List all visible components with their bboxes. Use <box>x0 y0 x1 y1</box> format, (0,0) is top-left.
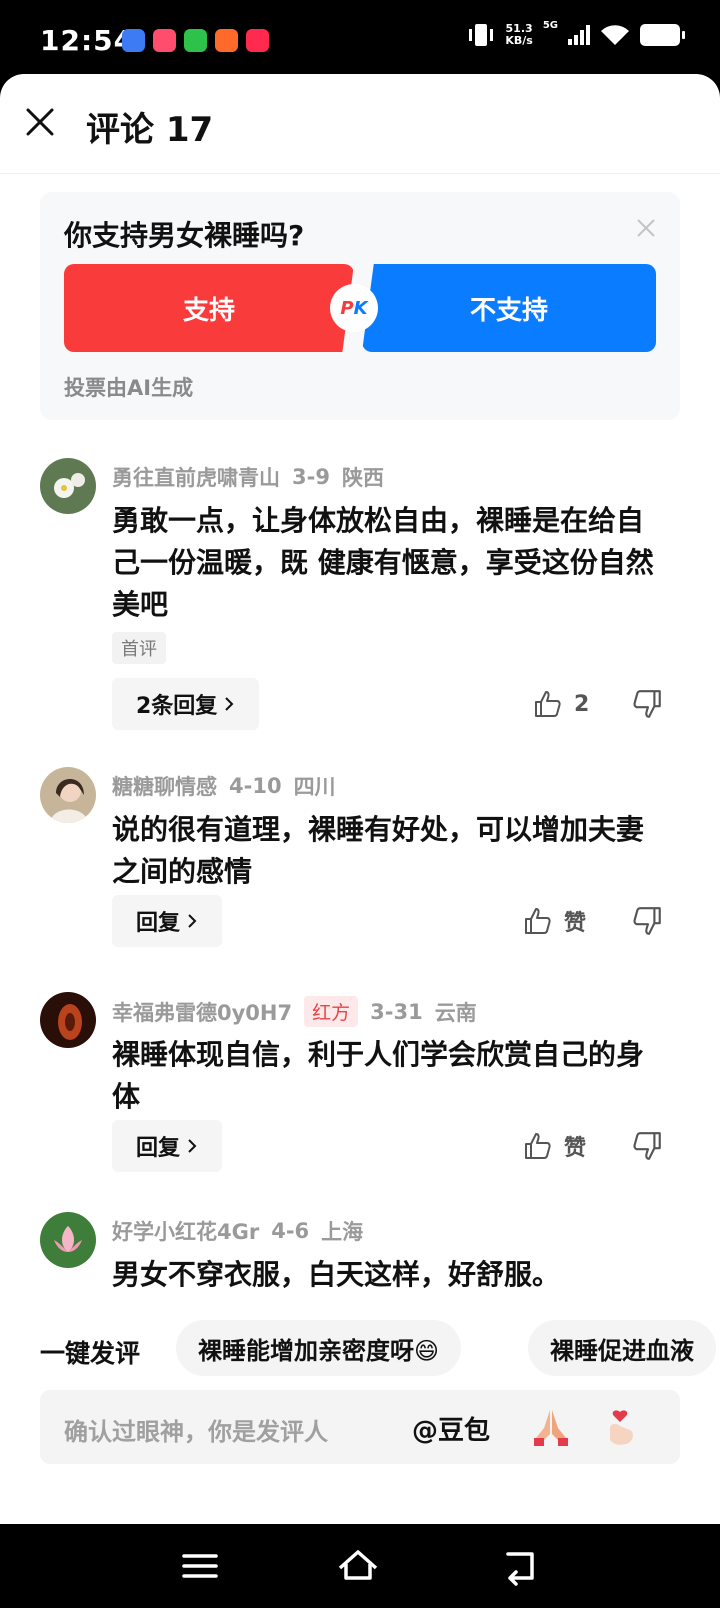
net-speed: 51.3 KB/s <box>505 22 533 47</box>
view-replies-button[interactable]: 2条回复 <box>112 678 260 730</box>
quick-comment-chip[interactable]: 裸睡促进血液 <box>528 1320 716 1376</box>
like-button[interactable]: 赞 <box>522 1126 586 1166</box>
home-icon[interactable] <box>336 1546 380 1586</box>
vote-yes-button[interactable]: 支持 <box>64 264 354 352</box>
comment-item: 勇往直前虎啸青山 3-9 陕西 勇敢一点，让身体放松自由，裸睡是在给自己一份温暖… <box>40 458 680 738</box>
app-notification-icon <box>153 29 176 52</box>
comment-item: 幸福弗雷德0y0H7 红方 3-31 云南 裸睡体现自信，利于人们学会欣赏自己的… <box>40 992 680 1192</box>
app-notification-icon <box>246 29 269 52</box>
chevron-right-icon <box>188 914 197 928</box>
red-side-badge: 红方 <box>304 996 359 1027</box>
comment-input-placeholder: 确认过眼神，你是发评人 <box>64 1418 328 1446</box>
chevron-right-icon <box>225 697 234 711</box>
thumbs-down-icon[interactable] <box>632 905 664 937</box>
poll-card: 你支持男女裸睡吗? 支持 不支持 PK 投票由AI生成 <box>40 192 680 420</box>
wifi-icon <box>601 25 629 45</box>
mention-button[interactable]: @豆包 <box>412 1410 490 1447</box>
avatar[interactable] <box>40 458 96 514</box>
reply-button[interactable]: 回复 <box>112 1120 223 1172</box>
status-right: 51.3 KB/s 5G <box>467 19 685 48</box>
battery-icon <box>640 24 685 46</box>
reply-button[interactable]: 回复 <box>112 895 223 947</box>
status-time: 12:54 <box>40 24 135 57</box>
comment-text: 说的很有道理，裸睡有好处，可以增加夫妻之间的感情 <box>112 813 645 888</box>
comment-username[interactable]: 幸福弗雷德0y0H7 <box>112 997 292 1027</box>
comment-meta: 幸福弗雷德0y0H7 红方 3-31 云南 <box>112 996 477 1027</box>
comment-location: 上海 <box>321 1220 364 1244</box>
avatar[interactable] <box>40 1212 96 1268</box>
comment-text: 男女不穿衣服，白天这样，好舒服。 <box>112 1258 561 1291</box>
like-label: 赞 <box>564 1136 587 1161</box>
praying-hands-emoji-button[interactable] <box>528 1404 574 1450</box>
page-title: 评论 17 <box>86 110 214 150</box>
comment-text: 裸睡体现自信，利于人们学会欣赏自己的身体 <box>112 1038 645 1113</box>
comment-username[interactable]: 好学小红花4Gr <box>112 1216 259 1246</box>
app-notification-icon <box>122 29 145 52</box>
avatar[interactable] <box>40 992 96 1048</box>
chevron-right-icon <box>188 1139 197 1153</box>
comments-sheet: 评论 17 你支持男女裸睡吗? 支持 不支持 PK 投票由AI生成 勇往直前虎啸… <box>0 74 720 1524</box>
status-bar: 12:54 51.3 KB/s 5G <box>0 0 720 80</box>
vibrate-icon <box>469 24 494 46</box>
poll-question: 你支持男女裸睡吗? <box>64 219 305 252</box>
like-button[interactable]: 2 <box>532 684 589 724</box>
quick-comment-label: 一键发评 <box>40 1339 141 1368</box>
comment-date: 3-9 <box>292 465 330 489</box>
finger-heart-emoji-button[interactable] <box>600 1404 646 1450</box>
menu-icon[interactable] <box>178 1546 222 1586</box>
comment-location: 陕西 <box>341 466 384 490</box>
comment-meta: 糖糖聊情感 4-10 四川 <box>112 771 336 801</box>
close-icon[interactable] <box>22 104 58 140</box>
comment-date: 3-31 <box>370 999 423 1024</box>
quick-comment-chip[interactable]: 裸睡能增加亲密度呀😄 <box>176 1320 462 1376</box>
thumbs-down-icon[interactable] <box>632 1130 664 1162</box>
system-nav-bar <box>0 1524 720 1608</box>
thumbs-down-icon[interactable] <box>632 688 664 720</box>
poll-options: 支持 不支持 PK <box>64 264 656 352</box>
comment-item: 糖糖聊情感 4-10 四川 说的很有道理，裸睡有好处，可以增加夫妻之间的感情 回… <box>40 767 680 967</box>
comment-location: 四川 <box>293 775 336 799</box>
comment-meta: 勇往直前虎啸青山 3-9 陕西 <box>112 462 384 492</box>
quick-comment-bar: 一键发评 裸睡能增加亲密度呀😄 裸睡促进血液 <box>0 1320 720 1380</box>
comment-date: 4-10 <box>229 774 282 798</box>
comment-input[interactable]: 确认过眼神，你是发评人 @豆包 <box>40 1390 680 1464</box>
signal-icon <box>568 25 590 45</box>
like-label: 赞 <box>564 911 587 936</box>
comment-username[interactable]: 勇往直前虎啸青山 <box>112 462 280 492</box>
thumbs-up-icon <box>535 691 561 717</box>
vote-no-button[interactable]: 不支持 <box>362 264 656 352</box>
comment-username[interactable]: 糖糖聊情感 <box>112 771 217 801</box>
pk-badge: PK <box>330 284 378 332</box>
thumbs-up-icon <box>525 1133 551 1159</box>
first-comment-tag: 首评 <box>112 632 166 664</box>
avatar[interactable] <box>40 767 96 823</box>
wechat-icon <box>184 29 207 52</box>
app-notification-icon <box>215 29 238 52</box>
network-type: 5G <box>542 19 558 31</box>
comment-date: 4-6 <box>271 1219 310 1243</box>
poll-close-icon[interactable] <box>634 216 658 240</box>
comments-header: 评论 17 <box>0 74 720 174</box>
comment-text: 勇敢一点，让身体放松自由，裸睡是在给自己一份温暖，既 健康有惬意，享受这份自然美… <box>112 504 654 621</box>
comment-location: 云南 <box>434 1000 477 1025</box>
like-button[interactable]: 赞 <box>522 901 586 941</box>
like-count: 2 <box>574 691 590 717</box>
back-icon[interactable] <box>498 1546 542 1586</box>
notification-icons <box>122 29 269 52</box>
comment-item: 好学小红花4Gr 4-6 上海 男女不穿衣服，白天这样，好舒服。 <box>40 1212 680 1312</box>
poll-note: 投票由AI生成 <box>64 376 194 400</box>
comment-meta: 好学小红花4Gr 4-6 上海 <box>112 1216 363 1246</box>
thumbs-up-icon <box>525 908 551 934</box>
